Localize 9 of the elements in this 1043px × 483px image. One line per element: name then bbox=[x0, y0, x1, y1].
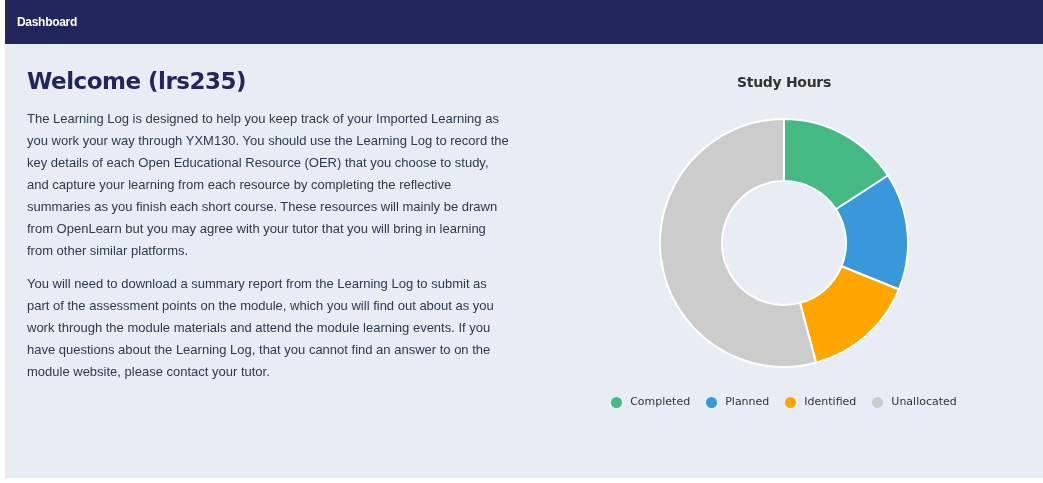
chart-title: Study Hours bbox=[737, 73, 831, 92]
welcome-heading: Welcome (lrs235) bbox=[27, 68, 247, 96]
navbar-title: Dashboard bbox=[17, 14, 77, 31]
legend-label: Planned bbox=[725, 394, 770, 410]
paragraph: The Learning Log is designed to help you keep track of your Imported Learning as you work your way through YXM130. You should use the Learning Log to record the key details of each Open Educational Resource (OER) that you choose to study, and capture your learning from each resource by completing the reflective summaries as you finish each short course. These resources will mainly be drawn from OpenLearn but you may agree with your tutor that you will bring in learning from other similar platforms. bbox=[27, 109, 509, 260]
legend-label: Completed bbox=[630, 394, 691, 410]
legend-label: Unallocated bbox=[891, 394, 957, 410]
legend-label: Identified bbox=[804, 394, 857, 410]
paragraph: You will need to download a summary report from the Learning Log to submit as part of the assessment points on the module, which you will find out about as you work through the module materials and attend the module learning events. If you have questions about the Learning Log, that you cannot find an answer to on the module website, please contact your tutor. bbox=[27, 274, 495, 381]
